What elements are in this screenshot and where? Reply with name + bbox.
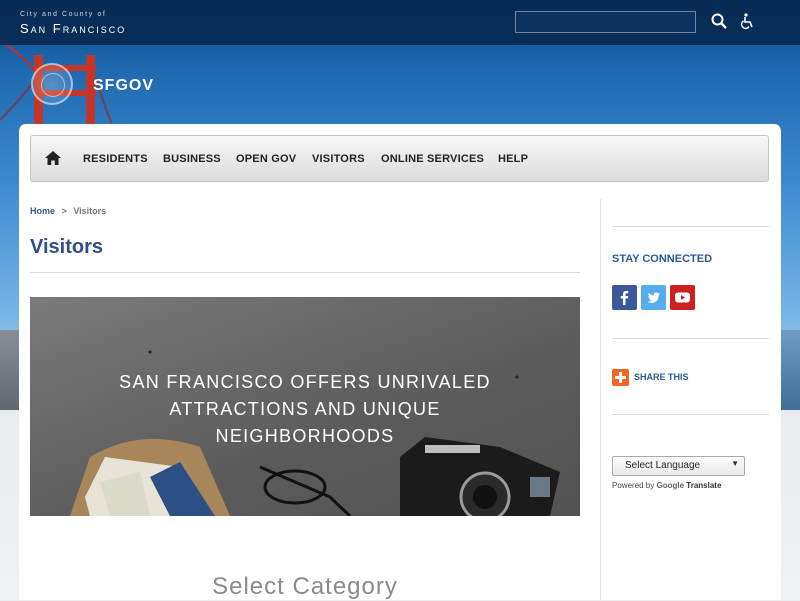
- nav-item-business[interactable]: BUSINESS: [163, 153, 221, 165]
- main-content: Home > Visitors Visitors SAN FRANCISCO O…: [30, 196, 580, 600]
- powered-by-google-translate: Powered by Google Translate: [612, 481, 721, 490]
- sidebar-rule-top: [612, 226, 769, 227]
- share-this-label: SHARE THIS: [634, 372, 689, 382]
- content-panel: RESIDENTS BUSINESS OPEN GOV VISITORS ONL…: [19, 124, 781, 600]
- accessibility-icon[interactable]: [740, 13, 758, 31]
- youtube-icon[interactable]: [670, 285, 695, 310]
- language-select-value: Select Language: [625, 460, 701, 471]
- powered-by-label: Powered by: [612, 481, 655, 490]
- hero-caption: SAN FRANCISCO OFFERS UNRIVALED ATTRACTIO…: [119, 372, 491, 446]
- home-icon[interactable]: [45, 151, 61, 165]
- top-bar: City and County of San Francisco: [0, 0, 800, 45]
- breadcrumb-separator: >: [61, 206, 67, 216]
- column-divider: [600, 199, 601, 600]
- share-plus-icon: [612, 369, 629, 386]
- nav-item-online-services[interactable]: ONLINE SERVICES: [381, 153, 484, 165]
- breadcrumb: Home > Visitors: [30, 206, 106, 216]
- nav-item-visitors[interactable]: VISITORS: [312, 153, 365, 165]
- sidebar-rule-middle: [612, 338, 769, 339]
- nav-item-open-gov[interactable]: OPEN GOV: [236, 153, 296, 165]
- hero-banner: SAN FRANCISCO OFFERS UNRIVALED ATTRACTIO…: [30, 297, 580, 516]
- bay-water: [780, 330, 800, 410]
- brand-subtitle: City and County of: [20, 11, 107, 18]
- facebook-icon[interactable]: [612, 285, 637, 310]
- title-divider: [30, 272, 580, 273]
- search-input[interactable]: [515, 11, 696, 33]
- main-nav: RESIDENTS BUSINESS OPEN GOV VISITORS ONL…: [30, 135, 769, 182]
- site-name: SFGOV: [93, 77, 155, 94]
- breadcrumb-current: Visitors: [73, 206, 107, 216]
- translate-link[interactable]: Translate: [686, 481, 721, 490]
- stay-connected-heading: STAY CONNECTED: [612, 253, 713, 265]
- google-logo: Google: [656, 481, 685, 490]
- sidebar-rule-bottom: [612, 414, 769, 415]
- breadcrumb-home-link[interactable]: Home: [30, 206, 55, 216]
- twitter-icon[interactable]: [641, 285, 666, 310]
- city-seal-logo: [31, 63, 73, 105]
- search-icon[interactable]: [711, 13, 729, 31]
- nav-item-help[interactable]: HELP: [498, 153, 528, 165]
- brand-title[interactable]: San Francisco: [20, 21, 126, 36]
- dropdown-arrow-icon: ▼: [731, 459, 739, 468]
- select-category-heading: Select Category: [212, 573, 398, 600]
- language-select[interactable]: Select Language ▼: [612, 456, 745, 476]
- page-title: Visitors: [30, 236, 103, 258]
- nav-item-residents[interactable]: RESIDENTS: [83, 153, 148, 165]
